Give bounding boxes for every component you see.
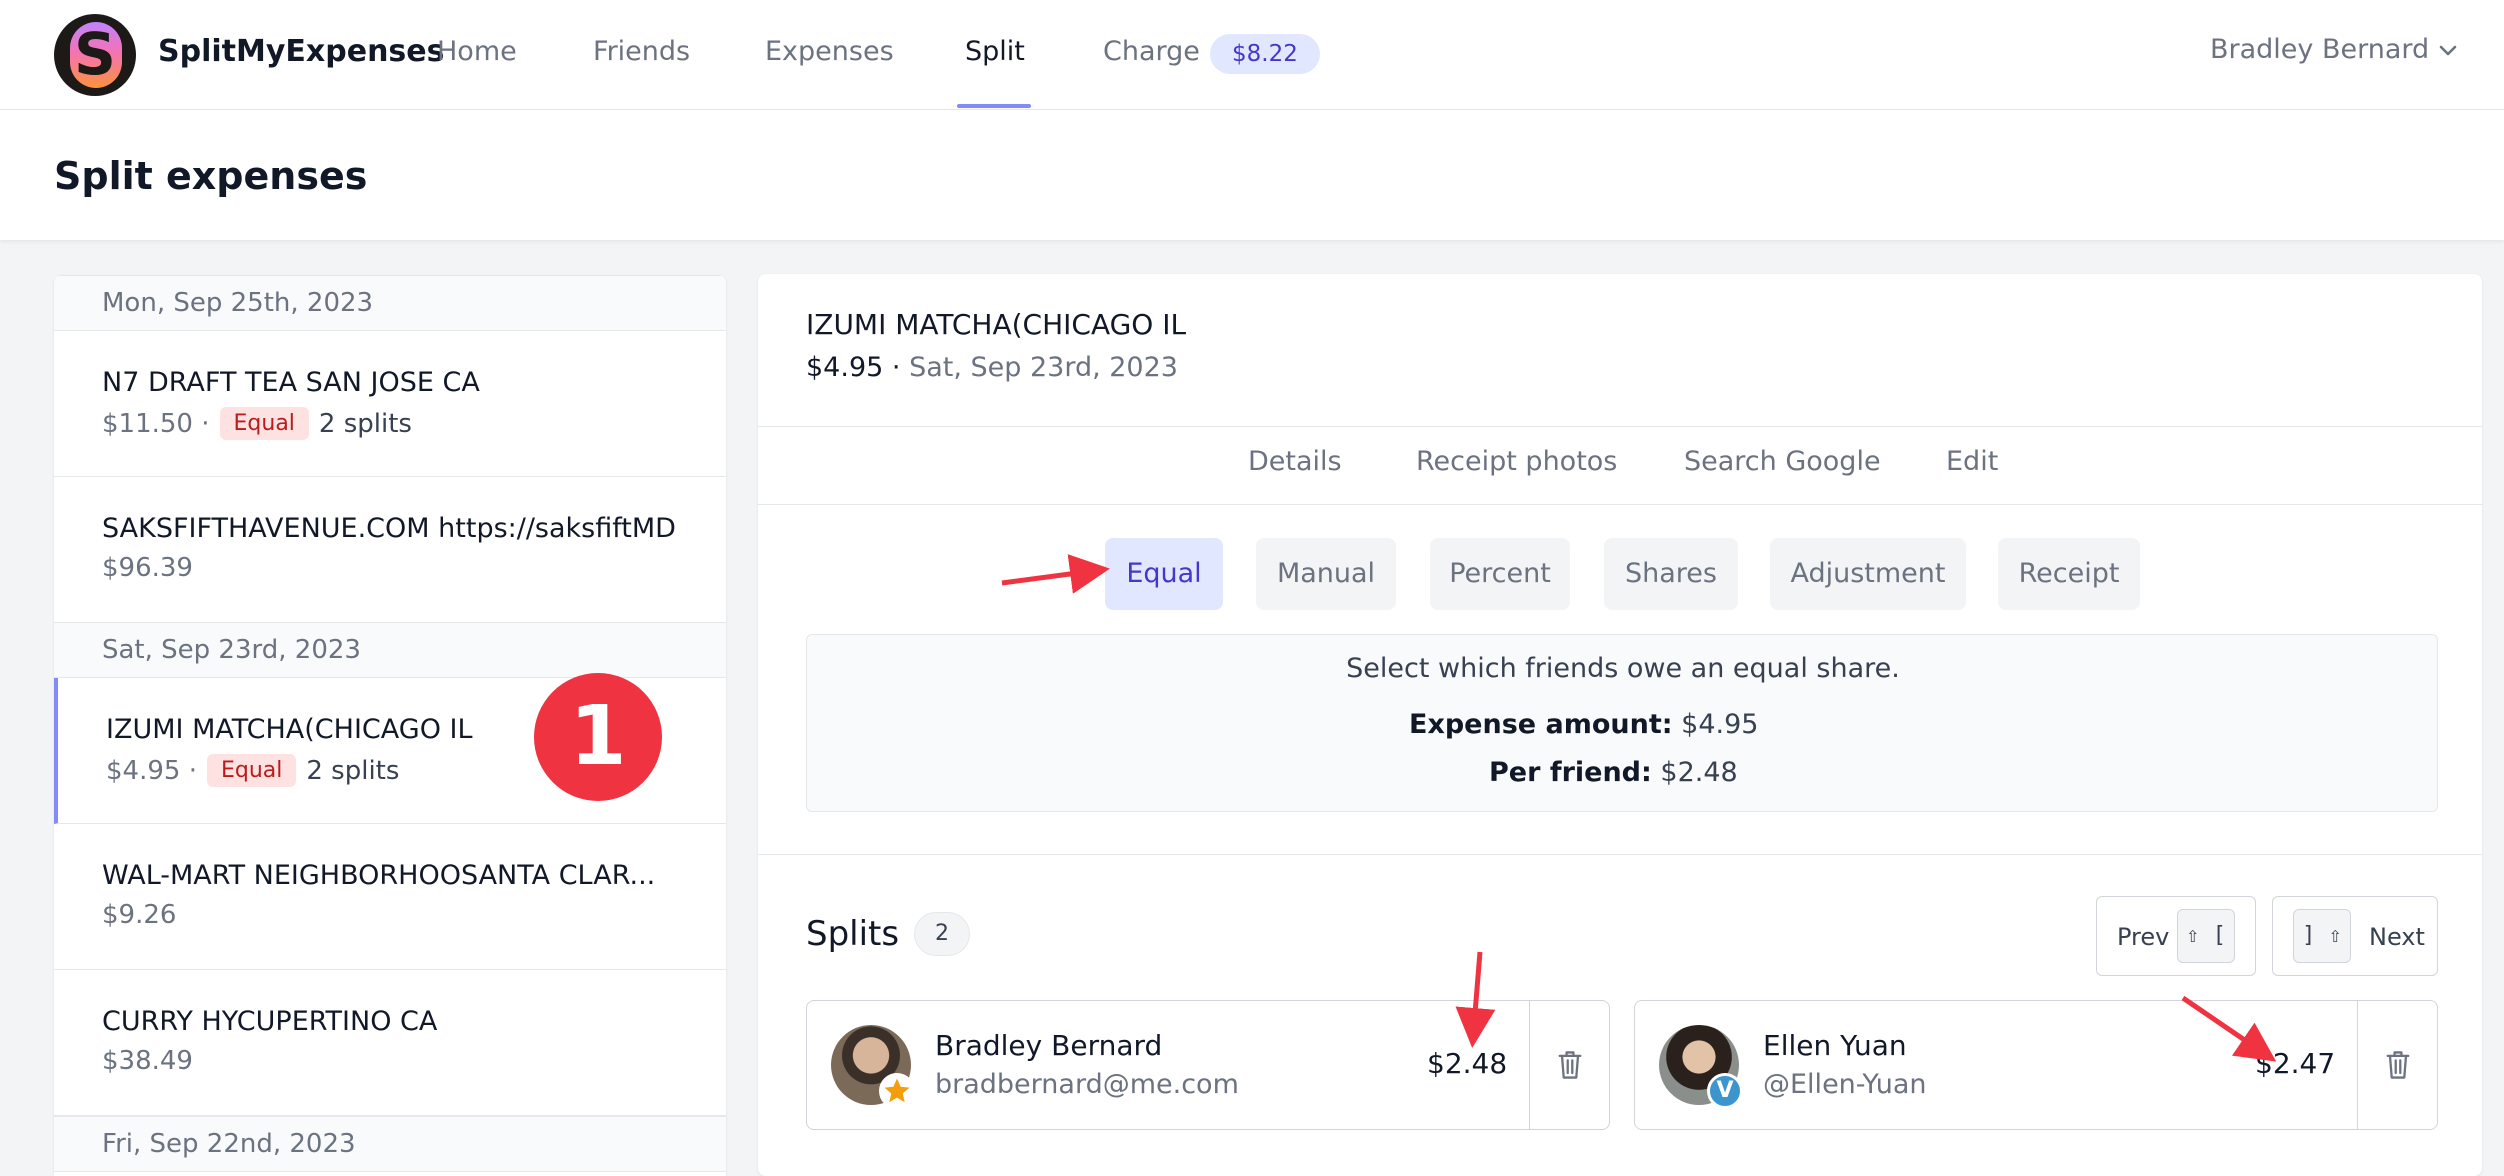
arrow-to-split-amount-1	[1455, 951, 1496, 1048]
annotation-arrows	[1001, 554, 2277, 1062]
arrow-to-equal	[1001, 554, 1110, 594]
arrow-to-split-amount-2	[2181, 995, 2277, 1062]
